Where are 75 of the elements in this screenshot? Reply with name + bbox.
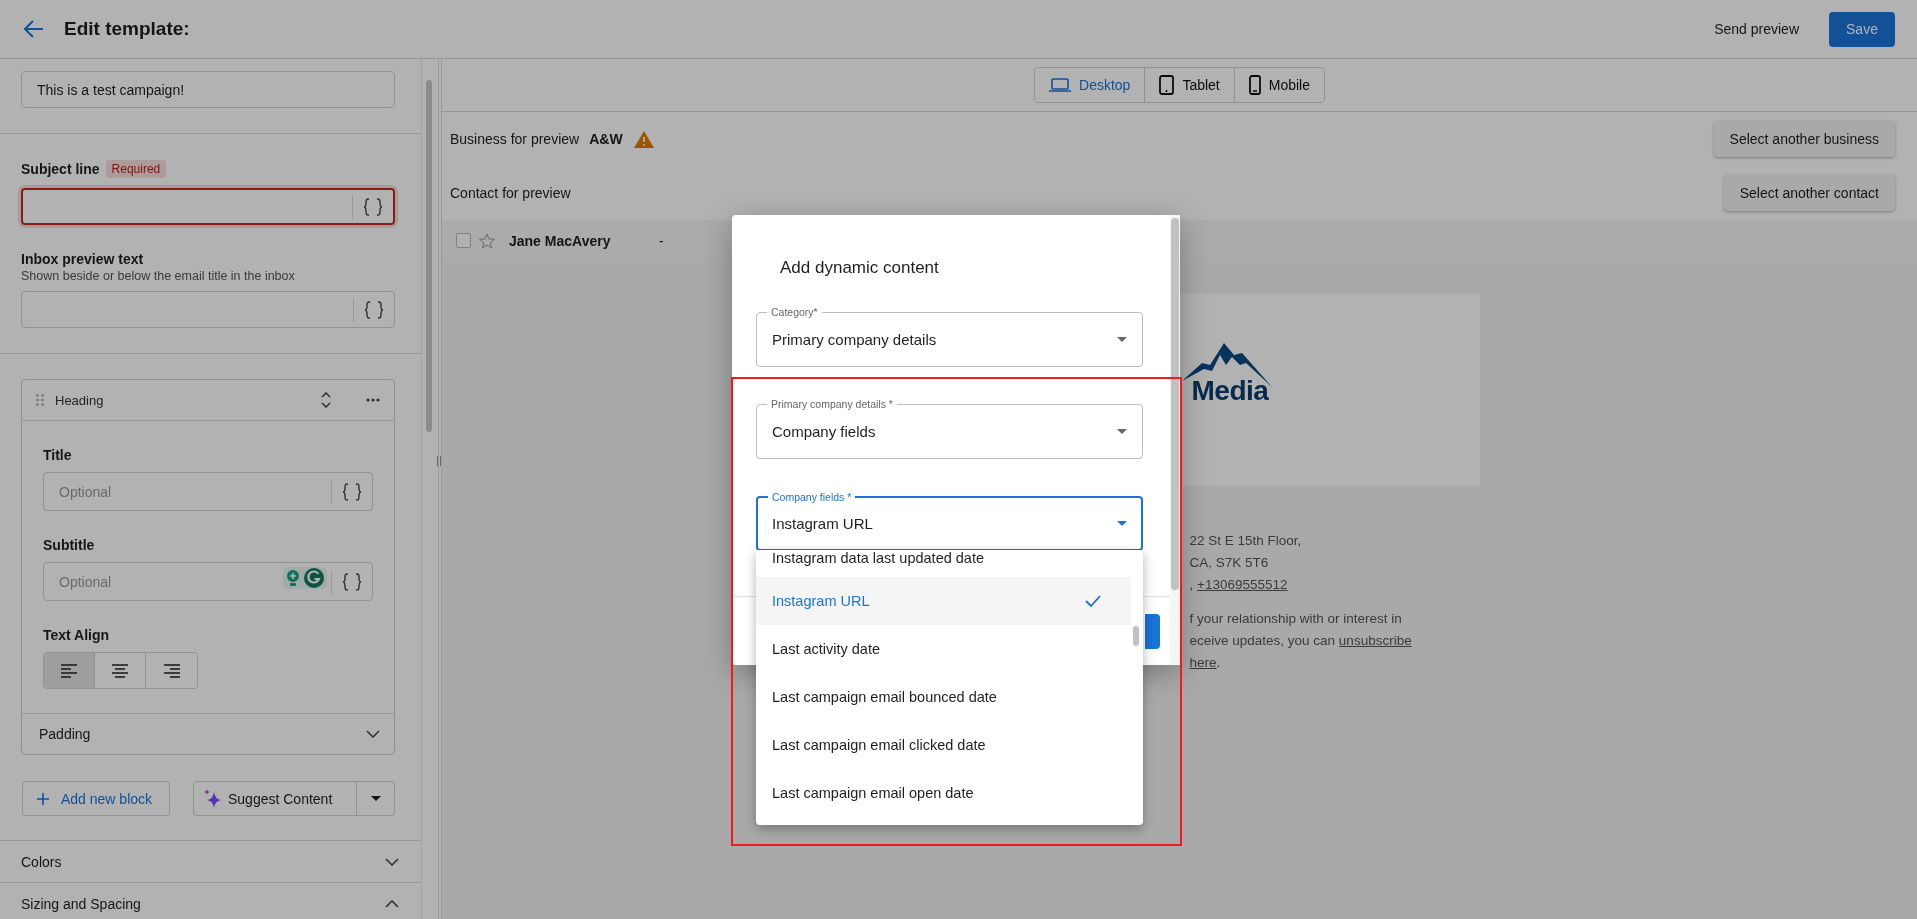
send-preview-button[interactable]: Send preview: [1706, 13, 1807, 45]
dropdown-caret-button[interactable]: [357, 781, 395, 816]
more-icon[interactable]: [366, 398, 380, 402]
section-header[interactable]: Sizing and Spacing: [0, 883, 421, 919]
field-label: Subtitle: [43, 537, 96, 553]
business-name: A&W: [589, 131, 623, 147]
subject-input-field[interactable]: [21, 188, 395, 225]
footer-link[interactable]: unsubscribe: [1338, 633, 1412, 648]
text-field[interactable]: This is a test campaign!: [21, 71, 395, 108]
primary-button[interactable]: [1145, 613, 1160, 649]
laptop-icon: [1049, 78, 1071, 92]
tablet-icon: [1159, 75, 1175, 95]
footer-text: f your relationship with or interest in: [1189, 610, 1403, 628]
option-item[interactable]: Last activity date: [756, 625, 1131, 673]
footer-text: 22 St E 15th Floor,: [1189, 532, 1303, 550]
star-icon[interactable]: [479, 232, 495, 249]
field-label: Inbox preview text: [21, 251, 144, 267]
resize-handle[interactable]: [437, 456, 441, 466]
business-label: Business for preview: [450, 131, 580, 147]
block-title: Heading: [55, 392, 104, 408]
section-header[interactable]: Colors: [0, 841, 421, 883]
dropdown-arrow-icon: [1117, 521, 1127, 526]
dropdown-arrow-icon: [1117, 337, 1127, 342]
field-label: Text Align: [43, 627, 111, 643]
reorder-chevrons-icon[interactable]: [321, 392, 331, 408]
phone-icon: [1248, 75, 1261, 95]
align-button[interactable]: [44, 653, 95, 688]
suggest-content-button[interactable]: Suggest Content: [193, 781, 357, 816]
writing-assistant-badge[interactable]: [283, 566, 327, 589]
align-right-icon: [163, 663, 180, 678]
add-block-button[interactable]: Add new block: [22, 781, 170, 816]
option-item[interactable]: Last campaign email clicked date: [756, 721, 1131, 769]
footer-link[interactable]: +13069555512: [1197, 577, 1288, 592]
select-contact-button[interactable]: Select another contact: [1723, 175, 1895, 211]
dropdown-arrow-icon: [1117, 429, 1127, 434]
check-icon: [1085, 595, 1101, 607]
field-label: Title: [43, 447, 73, 463]
align-center-icon: [112, 663, 128, 678]
footer-link[interactable]: here: [1189, 655, 1217, 670]
braces-icon[interactable]: [342, 572, 362, 591]
dialog-title: Add dynamic content: [780, 257, 940, 279]
footer-text: CA, S7K 5T6: [1189, 554, 1270, 572]
option-item[interactable]: Last campaign email bounced date: [756, 673, 1131, 721]
option-item[interactable]: Last campaign email open date: [756, 769, 1131, 817]
scrollbar-thumb[interactable]: [426, 80, 432, 432]
page-title: Edit template:: [64, 18, 190, 40]
list-scrollbar-thumb[interactable]: [1133, 626, 1139, 646]
back-arrow-icon[interactable]: [24, 20, 44, 38]
braces-icon[interactable]: [364, 300, 384, 319]
braces-icon[interactable]: [363, 197, 383, 216]
caret-icon: [370, 796, 381, 801]
save-button[interactable]: Save: [1829, 11, 1895, 47]
dialog-scrollbar-thumb[interactable]: [1171, 218, 1179, 590]
contact-label: Contact for preview: [450, 185, 571, 201]
contact-detail: -: [659, 232, 664, 249]
footer-text: , +13069555512: [1189, 576, 1289, 594]
inbox-preview-input-field[interactable]: [21, 291, 395, 328]
footer-text: here.: [1189, 654, 1222, 672]
sparkle-icon: [204, 789, 222, 808]
device-tab[interactable]: Desktop: [1035, 68, 1146, 102]
logo-text: Media: [1191, 375, 1269, 407]
align-left-icon: [61, 663, 77, 678]
select-business-button[interactable]: Select another business: [1713, 121, 1895, 157]
drag-handle-icon[interactable]: [36, 394, 44, 406]
option-item[interactable]: Instagram URL: [756, 577, 1131, 625]
plus-icon: [37, 792, 49, 805]
checkbox[interactable]: [456, 233, 471, 248]
field-hint: Shown beside or below the email title in the inbox: [21, 269, 296, 283]
footer-text: eceive updates, you can unsubscribe: [1189, 632, 1413, 650]
option-item[interactable]: Instagram data last updated date: [756, 550, 1131, 577]
field-label: Subject line: [21, 161, 100, 177]
required-badge: Required: [105, 160, 167, 178]
contact-name: Jane MacAvery: [509, 232, 612, 249]
braces-icon[interactable]: [342, 482, 362, 501]
padding-row[interactable]: Padding: [22, 713, 394, 754]
